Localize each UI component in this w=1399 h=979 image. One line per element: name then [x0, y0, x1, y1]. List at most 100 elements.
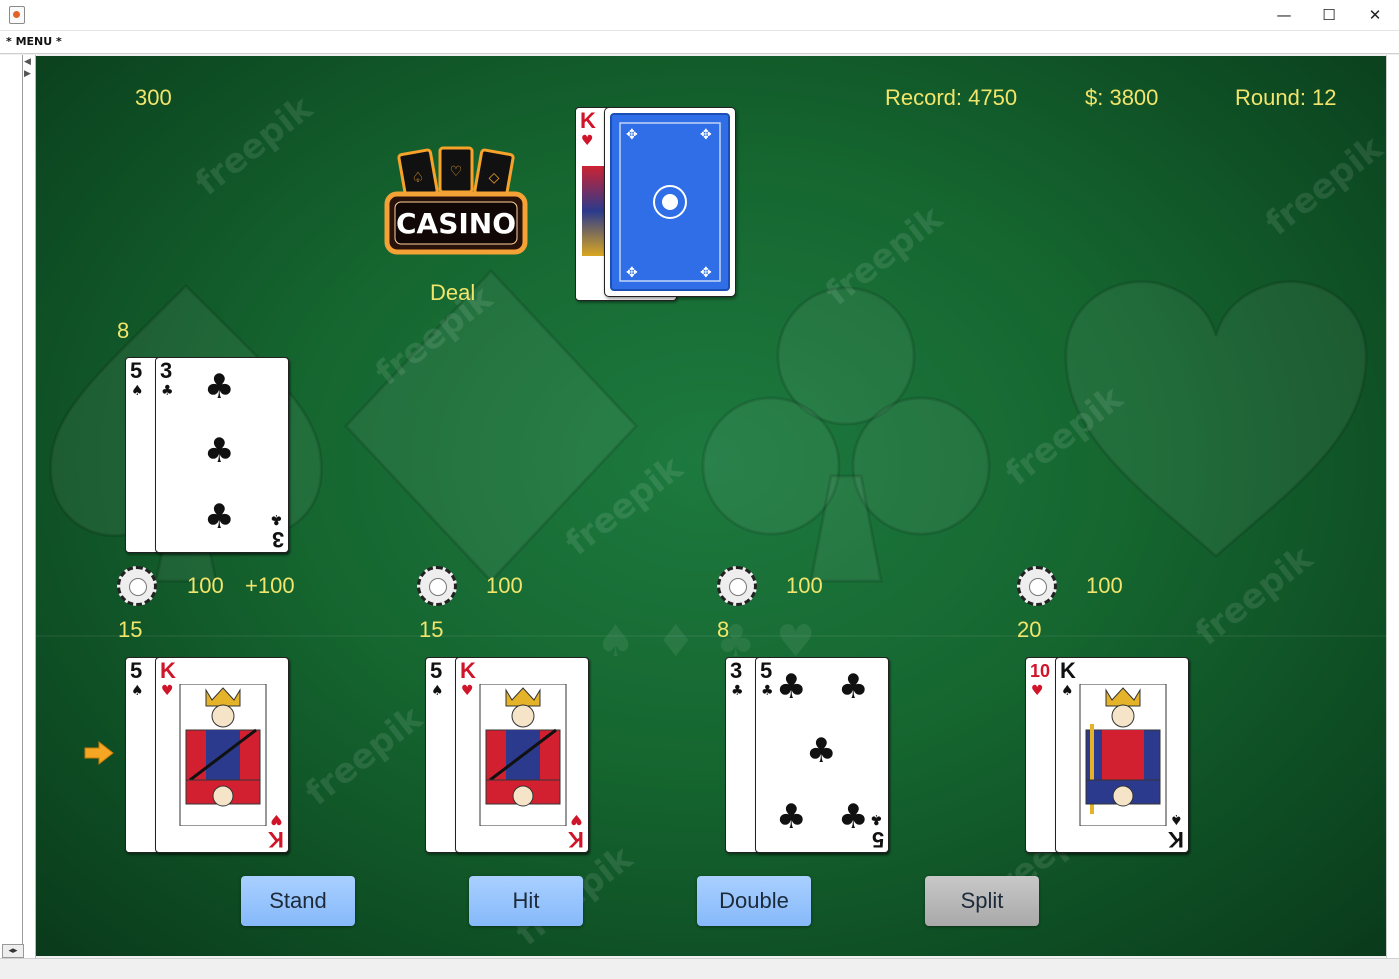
- card-pip: ♣: [806, 731, 837, 771]
- card-suit: ♠: [131, 683, 144, 699]
- king-face-art: [1079, 684, 1167, 826]
- card-suit-inverted: ♠: [1170, 811, 1183, 827]
- hand-2-bet: 100: [486, 573, 523, 598]
- split-button[interactable]: Split: [925, 876, 1039, 926]
- card-suit: ♣: [761, 683, 774, 699]
- svg-text:♠: ♠: [596, 616, 635, 667]
- hand-2-score: 15: [419, 617, 444, 642]
- hit-button[interactable]: Hit: [469, 876, 583, 926]
- hand-1-bet: 100: [187, 573, 224, 598]
- bet-chip-icon: [717, 566, 757, 606]
- menu-item[interactable]: * MENU *: [6, 35, 62, 48]
- card-rank: 10: [1030, 661, 1051, 681]
- card-pip: ♣: [838, 797, 869, 837]
- deck-card-back[interactable]: ✥ ✥ ✥ ✥: [604, 107, 736, 297]
- card-pip: ♣: [776, 667, 807, 707]
- king-face-art: [479, 684, 567, 826]
- card-suit-inverted: ♥: [570, 811, 583, 827]
- card-rank-inverted: K: [1168, 827, 1184, 852]
- bet-chip-icon: [1017, 566, 1057, 606]
- card-suit: ♥: [1031, 683, 1044, 699]
- hand-3-card-2: 5 ♣ ♣ ♣ ♣ ♣ ♣ 5 ♣: [755, 657, 889, 853]
- svg-text:CASINO: CASINO: [396, 207, 516, 240]
- money-label: $: 3800: [1085, 85, 1159, 110]
- hand-2-card-2: K ♥ K ♥: [455, 657, 589, 853]
- card-pip: ♣: [204, 431, 235, 471]
- record-label: Record: 4750: [885, 85, 1018, 110]
- hand-3-bet: 100: [786, 573, 823, 598]
- svg-text:✥: ✥: [626, 127, 638, 143]
- king-art: [582, 166, 604, 256]
- maximize-button[interactable]: ☐: [1306, 0, 1352, 30]
- card-rank-inverted: 3: [271, 527, 284, 552]
- stand-button[interactable]: Stand: [241, 876, 355, 926]
- hand-4-card-2: K ♠ K ♠: [1055, 657, 1189, 853]
- svg-text:✥: ✥: [626, 265, 638, 281]
- dealer-score: 8: [117, 318, 130, 343]
- casino-logo[interactable]: ♤ ♡ ◇ CASINO: [384, 146, 528, 258]
- card-rank: 3: [730, 658, 743, 683]
- card-rank: 5: [760, 658, 773, 683]
- card-pip: ♣: [838, 667, 869, 707]
- card-rank-inverted: K: [568, 827, 584, 852]
- king-face-art: [179, 684, 267, 826]
- collapse-left-arrow-icon[interactable]: ◀: [24, 57, 34, 67]
- hand-4-bet: 100: [1086, 573, 1123, 598]
- card-rank-inverted: K: [268, 827, 284, 852]
- status-strip: [0, 958, 1399, 979]
- card-suit-inverted: ♥: [270, 811, 283, 827]
- card-pip: ♣: [776, 797, 807, 837]
- right-border: [1386, 55, 1399, 960]
- card-pip: ♣: [204, 497, 235, 537]
- minimize-button[interactable]: —: [1261, 0, 1307, 30]
- divider: [22, 55, 23, 960]
- dealer-bet-amount: 300: [135, 85, 172, 110]
- double-button[interactable]: Double: [697, 876, 811, 926]
- card-rank: 5: [130, 658, 143, 683]
- card-rank: 3: [160, 358, 173, 383]
- java-app-icon: [9, 6, 25, 24]
- card-suit-inverted: ♣: [270, 511, 283, 527]
- card-rank: 5: [130, 358, 143, 383]
- card-rank: K: [460, 658, 476, 683]
- close-button[interactable]: ✕: [1352, 0, 1398, 30]
- card-rank: K: [580, 108, 596, 133]
- card-suit: ♥: [581, 133, 594, 149]
- svg-text:✥: ✥: [700, 265, 712, 281]
- deal-label[interactable]: Deal: [430, 280, 475, 306]
- svg-text:♤: ♤: [412, 170, 425, 186]
- card-suit: ♣: [731, 683, 744, 699]
- svg-text:♦: ♦: [656, 616, 695, 667]
- card-suit: ♠: [1061, 683, 1074, 699]
- horizontal-scroll-arrows-icon[interactable]: ◂▸: [2, 944, 24, 958]
- card-suit: ♥: [461, 683, 474, 699]
- card-rank: 5: [430, 658, 443, 683]
- card-rank: K: [160, 658, 176, 683]
- card-suit: ♥: [161, 683, 174, 699]
- card-rank-inverted: 5: [871, 827, 884, 852]
- expand-right-arrow-icon[interactable]: ▶: [24, 69, 34, 79]
- hand-4-score: 20: [1017, 617, 1042, 642]
- title-bar: — ☐ ✕: [0, 0, 1399, 31]
- bet-chip-icon: [417, 566, 457, 606]
- card-suit: ♣: [161, 383, 174, 399]
- card-rank: K: [1060, 658, 1076, 683]
- hand-1-card-2: K ♥ K ♥: [155, 657, 289, 853]
- svg-text:◇: ◇: [489, 170, 500, 186]
- round-label: Round: 12: [1235, 85, 1337, 110]
- active-hand-arrow-icon: [84, 741, 114, 765]
- bet-chip-icon: [117, 566, 157, 606]
- card-suit: ♠: [431, 683, 444, 699]
- svg-text:♡: ♡: [450, 164, 463, 180]
- menu-bar: * MENU *: [0, 31, 1399, 54]
- hand-1-result: +100: [245, 573, 295, 598]
- left-split-pane: ◀ ▶: [0, 55, 36, 960]
- card-suit-inverted: ♣: [870, 811, 883, 827]
- card-pip: ♣: [204, 367, 235, 407]
- card-suit: ♠: [131, 383, 144, 399]
- dealer-card-2: 3 ♣ ♣ ♣ ♣ 3 ♣: [155, 357, 289, 553]
- hand-1-score: 15: [118, 617, 143, 642]
- svg-text:✥: ✥: [700, 127, 712, 143]
- card-back-pattern: ✥ ✥ ✥ ✥: [610, 113, 730, 291]
- game-table: ♠ ♦ ♣ ♥ freepik freepik freepik freepik fre…: [36, 56, 1386, 956]
